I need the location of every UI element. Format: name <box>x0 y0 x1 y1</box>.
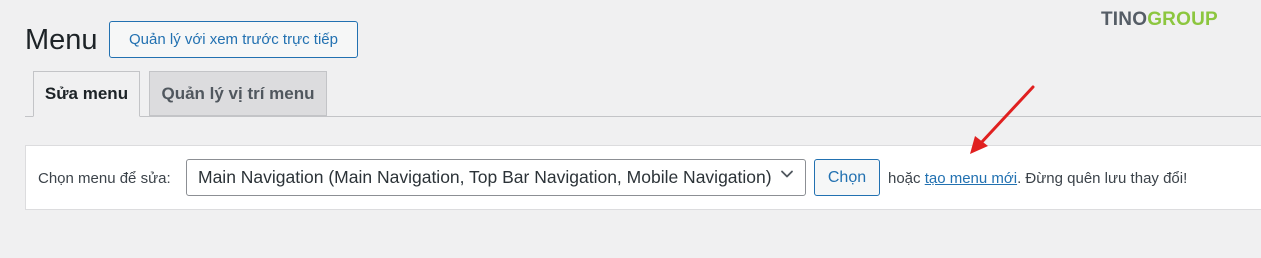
tinogroup-logo: TINOGROUP <box>1101 9 1218 31</box>
manage-with-live-preview-button[interactable]: Quản lý với xem trước trực tiếp <box>109 21 358 58</box>
create-menu-hint: hoặc tạo menu mới. Đừng quên lưu thay đổ… <box>888 170 1187 188</box>
logo-text-group: GROUP <box>1147 9 1218 30</box>
tabs-divider <box>25 116 1261 117</box>
create-new-menu-link[interactable]: tạo menu mới <box>925 170 1017 187</box>
chevron-down-icon <box>781 170 793 178</box>
save-reminder-text: . Đừng quên lưu thay đổi! <box>1017 170 1188 187</box>
or-text: hoặc <box>888 170 921 187</box>
page-title: Menu <box>25 24 98 56</box>
tab-edit-menu[interactable]: Sửa menu <box>33 71 140 117</box>
logo-text-tino: TINO <box>1101 9 1148 30</box>
tab-manage-locations[interactable]: Quản lý vị trí menu <box>149 71 327 116</box>
select-menu-label: Chọn menu để sửa: <box>38 170 171 187</box>
menu-select-dropdown[interactable]: Main Navigation (Main Navigation, Top Ba… <box>186 159 806 196</box>
choose-menu-button[interactable]: Chọn <box>814 159 880 196</box>
annotation-arrow-icon <box>970 85 1035 154</box>
